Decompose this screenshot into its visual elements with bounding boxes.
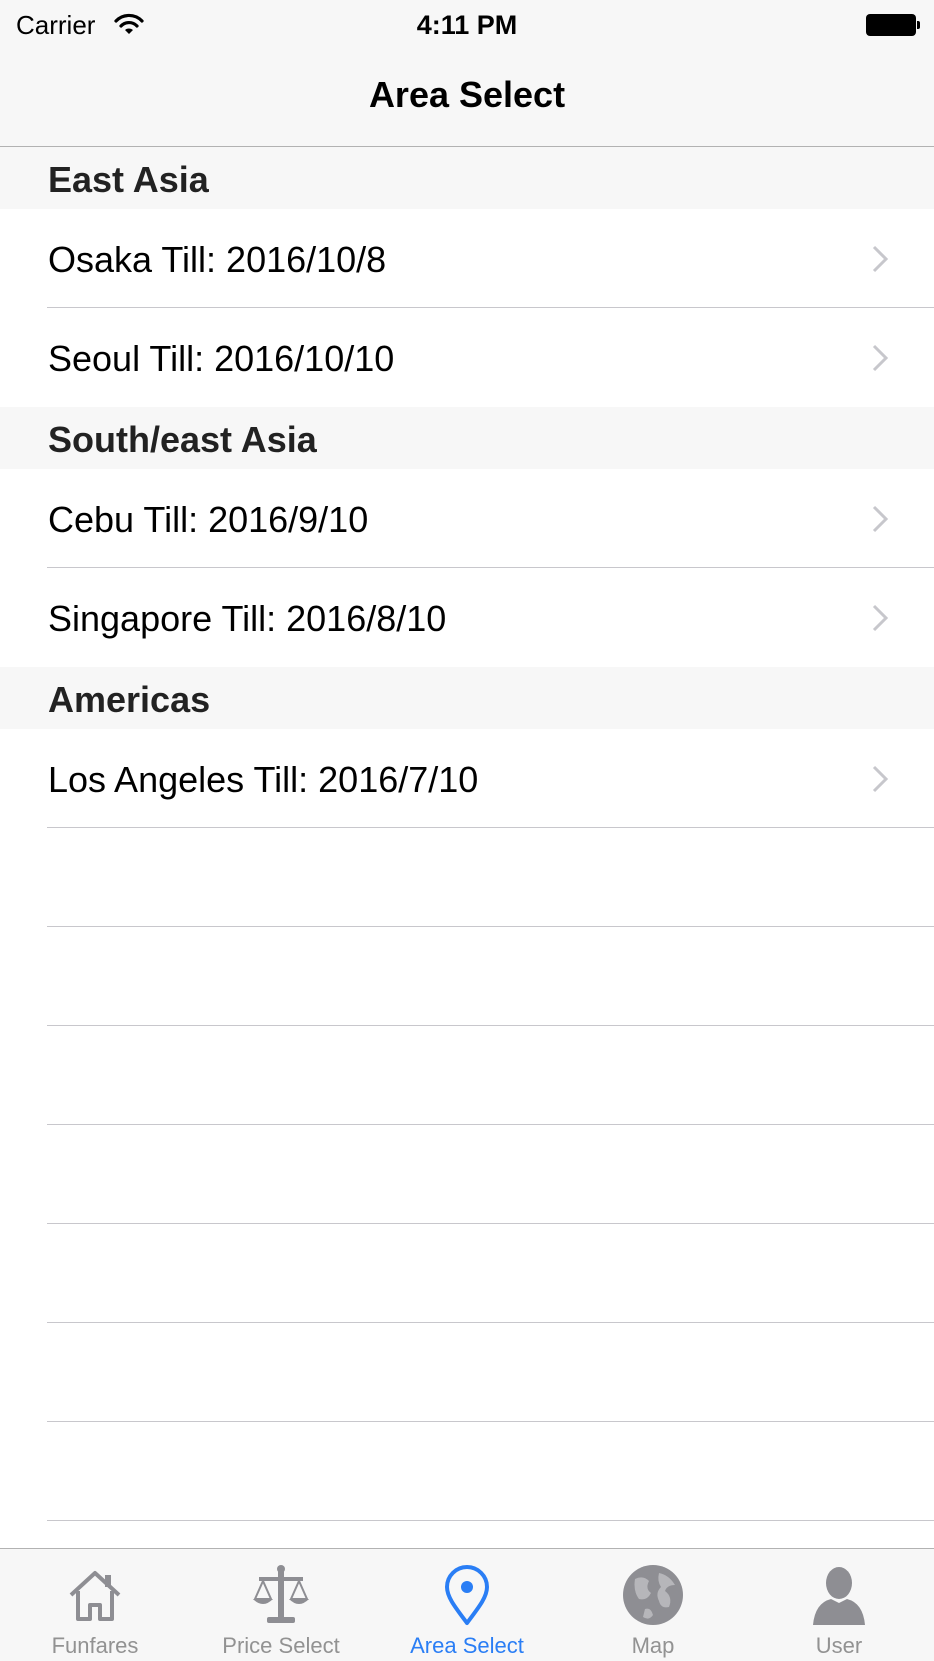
empty-row [0,927,934,1026]
chevron-right-icon [872,765,889,793]
globe-icon [623,1565,683,1625]
tab-label: User [815,1633,863,1658]
house-icon [69,1571,121,1621]
area-row-osaka[interactable]: Osaka Till: 2016/10/8 [0,209,934,308]
tab-user[interactable]: User [746,1549,932,1661]
area-row-singapore[interactable]: Singapore Till: 2016/8/10 [0,568,934,667]
empty-row [0,1224,934,1323]
tab-label: Map [631,1633,675,1658]
page-title: Area Select [368,74,566,115]
section-header-southeast-asia: South/east Asia [0,407,934,469]
section-header-label: South/east Asia [48,419,317,460]
area-table: East Asia Osaka Till: 2016/10/8 Seoul Ti… [0,147,934,1521]
section-header-label: Americas [48,679,211,720]
chevron-right-icon [872,245,889,273]
area-row-label: Osaka Till: 2016/10/8 [48,239,387,280]
empty-row [0,1026,934,1125]
empty-row [0,1125,934,1224]
tab-map[interactable]: Map [560,1549,746,1661]
area-row-cebu[interactable]: Cebu Till: 2016/9/10 [0,469,934,568]
navigation-header: Carrier 4:11 PM Area Select [0,0,934,147]
tab-label: Area Select [410,1633,524,1658]
scales-icon [253,1565,309,1623]
area-row-label: Cebu Till: 2016/9/10 [48,499,369,540]
chevron-right-icon [872,604,889,632]
tab-area-select[interactable]: Area Select [374,1549,560,1661]
empty-row [0,828,934,927]
area-row-label: Seoul Till: 2016/10/10 [48,338,395,379]
location-pin-icon [445,1565,489,1625]
section-header-label: East Asia [48,159,209,200]
area-row-label: Singapore Till: 2016/8/10 [48,598,447,639]
chevron-right-icon [872,344,889,372]
tab-bar: Funfares Price Select Area Select Map Us… [0,1548,934,1661]
area-row-los-angeles[interactable]: Los Angeles Till: 2016/7/10 [0,729,934,828]
tab-funfares[interactable]: Funfares [2,1549,188,1661]
app-screen: Carrier 4:11 PM Area Select East Asia Os… [0,0,934,1661]
status-bar: Carrier 4:11 PM [0,0,934,52]
tab-label: Funfares [51,1633,139,1658]
empty-row [0,1323,934,1422]
empty-row [0,1422,934,1521]
area-row-seoul[interactable]: Seoul Till: 2016/10/10 [0,308,934,407]
row-separator [47,1520,934,1521]
battery-icon [866,14,920,36]
area-row-label: Los Angeles Till: 2016/7/10 [48,759,479,800]
status-time: 4:11 PM [416,10,518,40]
tab-label: Price Select [222,1633,340,1658]
user-silhouette-icon [813,1567,865,1625]
section-header-east-asia: East Asia [0,147,934,209]
tab-price-select[interactable]: Price Select [188,1549,374,1661]
section-header-americas: Americas [0,667,934,729]
chevron-right-icon [872,505,889,533]
